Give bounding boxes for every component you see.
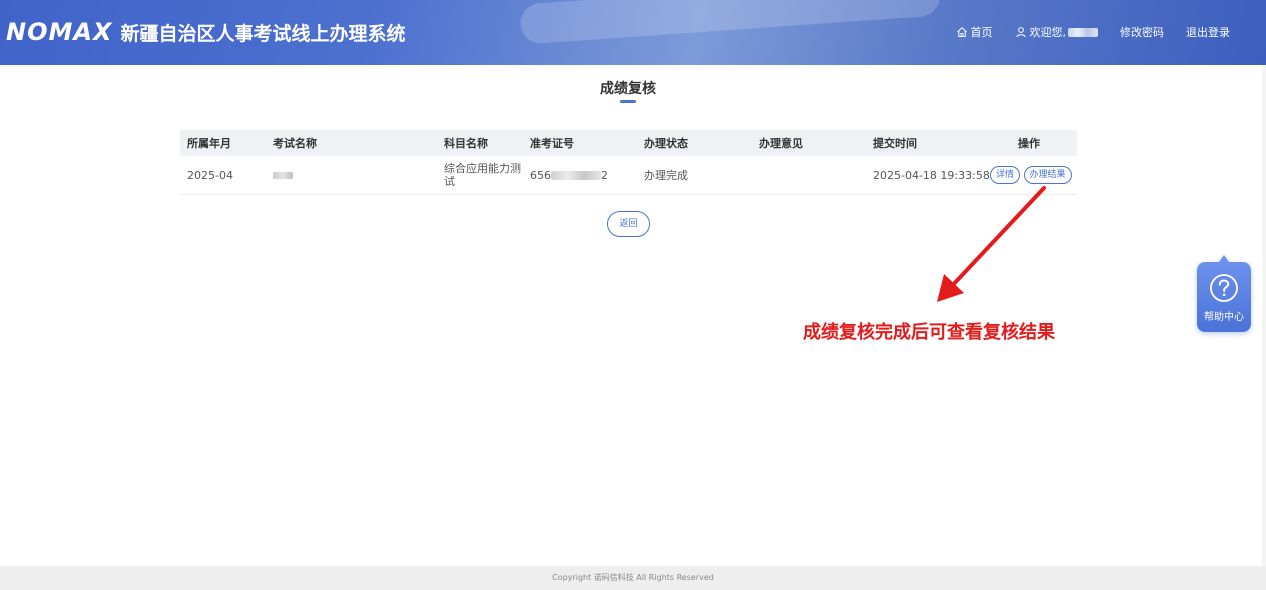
help-center-button[interactable]: 帮助中心 [1197,255,1251,332]
change-password-label: 修改密码 [1120,26,1164,39]
exam-name-redacted [273,171,293,179]
ticket-suffix: 2 [601,168,608,182]
copyright-text: Copyright 诺码信科技 All Rights Reserved [552,573,714,582]
footer: Copyright 诺码信科技 All Rights Reserved [0,566,1266,590]
col-actions: 操作 [1018,136,1040,150]
col-opinion: 办理意见 [759,136,803,150]
logout-label: 退出登录 [1186,26,1230,39]
row-ticket-number: 656 2 [530,169,608,182]
back-button[interactable]: 返回 [607,211,650,237]
subject-line-2: 试 [444,175,455,188]
page-title: 成绩复核 [600,81,656,97]
arrow-icon [937,186,1046,302]
nav-logout[interactable]: 退出登录 [1186,24,1230,40]
help-center-label: 帮助中心 [1204,312,1244,323]
header-bar: NOMAX 新疆自治区人事考试线上办理系统 首页 欢迎您, 修改密码 退出登录 [0,0,1266,65]
table-header: 所属年月 考试名称 科目名称 准考证号 办理状态 办理意见 提交时间 操作 [180,130,1077,156]
nav-change-password[interactable]: 修改密码 [1120,24,1164,40]
subject-line-1: 综合应用能力测 [444,162,521,175]
ticket-prefix: 656 [530,168,551,182]
nav-home-label: 首页 [970,26,993,39]
title-underline [620,100,636,103]
user-icon [1015,26,1027,38]
logo: NOMAX 新疆自治区人事考试线上办理系统 [6,18,405,46]
question-icon [1209,273,1239,307]
annotation-text: 成绩复核完成后可查看复核结果 [803,322,1055,343]
nav-user[interactable]: 欢迎您, [1015,24,1098,40]
row-subject-name: 综合应用能力测 试 [444,162,521,188]
top-nav: 首页 欢迎您, 修改密码 退出登录 [934,24,1230,40]
col-subject-name: 科目名称 [444,136,488,150]
logo-mark: NOMAX [6,18,113,46]
ticket-redacted [551,171,601,180]
col-exam-name: 考试名称 [273,136,317,150]
row-year-month: 2025-04 [187,168,233,182]
help-pointer [1218,255,1230,263]
user-name-redacted [1068,27,1098,37]
nav-home[interactable]: 首页 [956,24,993,40]
col-status: 办理状态 [644,136,688,150]
home-icon [956,26,968,38]
col-submit-time: 提交时间 [873,136,917,150]
col-ticket-number: 准考证号 [530,136,574,150]
row-exam-name [273,169,293,182]
system-title: 新疆自治区人事考试线上办理系统 [120,22,406,45]
row-status: 办理完成 [644,168,688,182]
welcome-label: 欢迎您, [1029,26,1067,39]
header-decoration [519,0,941,45]
scrollbar[interactable] [1262,65,1266,566]
col-year-month: 所属年月 [187,136,231,150]
